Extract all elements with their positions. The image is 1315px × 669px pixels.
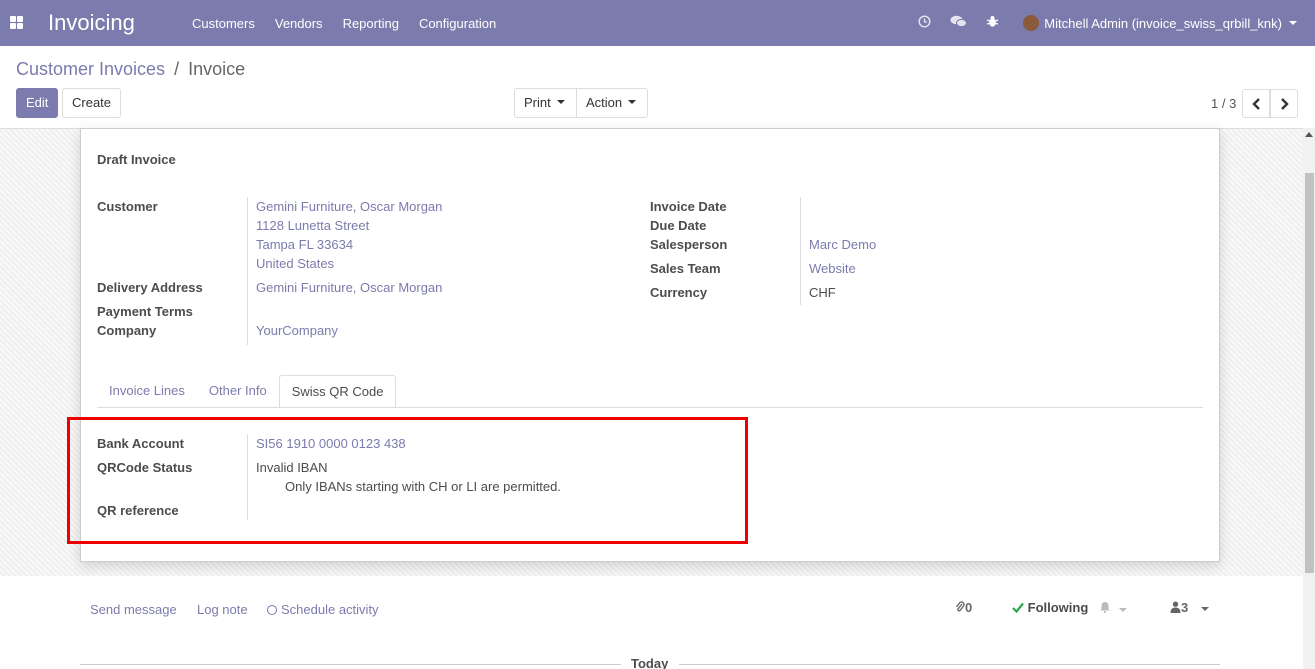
customer-city: Tampa FL 33634 [256,237,354,252]
customer-street: 1128 Lunetta Street [256,218,370,233]
customer-label: Customer [97,199,158,214]
highlight-box [67,417,748,544]
following-button[interactable]: Following [1012,600,1088,615]
schedule-activity-label: Schedule activity [281,602,379,617]
sales-team-label: Sales Team [650,261,721,276]
invoice-status-title: Draft Invoice [97,152,176,167]
user-name: Mitchell Admin (invoice_swiss_qrbill_knk… [1044,15,1282,31]
invoice-date-label: Invoice Date [650,199,727,214]
menu-customers[interactable]: Customers [182,16,265,31]
salesperson-label: Salesperson [650,237,728,252]
payment-terms-label: Payment Terms [97,304,193,319]
field-divider [800,197,801,305]
chevron-down-icon [1118,607,1127,612]
menu-configuration[interactable]: Configuration [409,16,506,31]
apps-menu-icon[interactable] [10,16,23,29]
company-link[interactable]: YourCompany [256,323,338,338]
activity-clock-icon[interactable] [907,15,941,31]
log-note-button[interactable]: Log note [197,602,248,617]
action-label: Action [586,95,623,110]
field-divider [247,197,248,345]
menu-vendors[interactable]: Vendors [265,16,333,31]
delivery-address-label: Delivery Address [97,280,203,295]
currency-label: Currency [650,285,708,300]
scrollbar[interactable] [1303,128,1315,669]
delivery-address-link[interactable]: Gemini Furniture, Oscar Morgan [256,280,442,295]
clock-icon [267,605,277,615]
send-message-button[interactable]: Send message [90,602,177,617]
scroll-thumb[interactable] [1305,173,1314,573]
print-dropdown[interactable]: Print [514,88,577,118]
systray: Mitchell Admin (invoice_swiss_qrbill_knk… [907,0,1315,46]
create-button[interactable]: Create [62,88,121,118]
customer-country: United States [256,256,335,271]
tab-swiss-qr-code[interactable]: Swiss QR Code [278,375,397,408]
followers-button[interactable]: 3 [1170,600,1209,615]
company-label: Company [97,323,157,338]
pager-previous-button[interactable] [1242,89,1270,118]
tab-divider [97,407,1203,408]
user-icon [1170,601,1181,613]
customer-name-link[interactable]: Gemini Furniture, Oscar Morgan [256,199,442,214]
breadcrumb-parent[interactable]: Customer Invoices [16,59,165,79]
salesperson-link[interactable]: Marc Demo [809,237,876,252]
notebook-tabs: Invoice Lines Other Info Swiss QR Code [97,375,397,408]
app-brand[interactable]: Invoicing [48,10,135,36]
followers-count: 3 [1181,600,1189,615]
paperclip-icon [955,601,965,612]
action-dropdown[interactable]: Action [576,88,648,118]
schedule-activity-button[interactable]: Schedule activity [267,602,379,617]
pager-value[interactable]: 1 / 3 [1211,96,1236,111]
tab-other-info[interactable]: Other Info [197,375,279,408]
debug-bug-icon[interactable] [975,15,1009,31]
attachments-count: 0 [965,600,973,615]
user-avatar [1023,15,1040,31]
main-menu: Customers Vendors Reporting Configuratio… [182,0,506,46]
bell-icon [1100,602,1110,614]
sales-team-link[interactable]: Website [809,261,856,276]
notification-bell-dropdown[interactable] [1099,601,1127,616]
messaging-chat-icon[interactable] [941,15,975,31]
scroll-up-arrow-icon[interactable] [1305,132,1313,137]
chevron-down-icon [1289,21,1297,25]
breadcrumb: Customer Invoices / Invoice [16,59,245,80]
chevron-left-icon [1251,97,1260,110]
due-date-label: Due Date [650,218,707,233]
pager-next-button[interactable] [1270,89,1298,118]
chevron-down-icon [1200,606,1209,611]
today-divider-right [679,664,1220,665]
menu-reporting[interactable]: Reporting [333,16,409,31]
following-label: Following [1027,600,1089,615]
breadcrumb-current: Invoice [188,59,246,79]
check-icon [1012,602,1024,614]
breadcrumb-separator: / [174,59,180,79]
tab-invoice-lines[interactable]: Invoice Lines [97,375,197,408]
user-menu[interactable]: Mitchell Admin (invoice_swiss_qrbill_knk… [1009,15,1315,31]
currency-value: CHF [809,285,836,300]
top-navbar: Invoicing Customers Vendors Reporting Co… [0,0,1315,46]
print-label: Print [524,95,551,110]
edit-button[interactable]: Edit [16,88,58,118]
today-separator: Today [631,656,669,669]
today-divider-left [80,664,621,665]
attachments-button[interactable]: 0 [955,600,972,615]
chevron-down-icon [628,100,637,105]
chevron-down-icon [556,100,565,105]
chevron-right-icon [1280,97,1289,110]
